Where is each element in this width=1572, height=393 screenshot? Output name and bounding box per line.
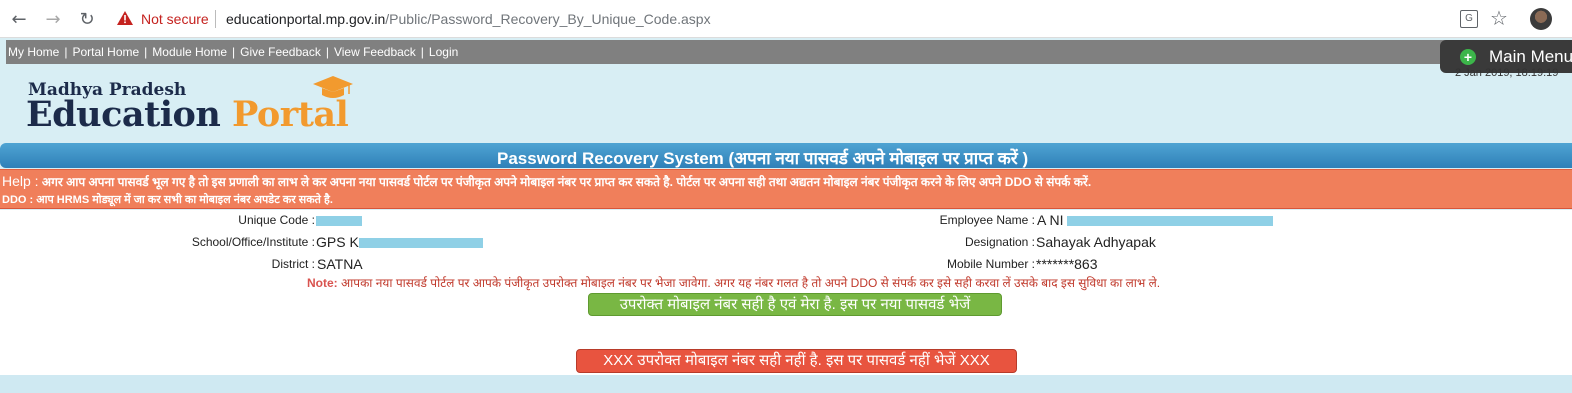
link-separator: | (325, 45, 329, 59)
unique-code-label: Unique Code : (238, 213, 315, 227)
address-bar[interactable]: educationportal.mp.gov.in/Public/Passwor… (226, 11, 711, 27)
profile-avatar[interactable] (1530, 8, 1552, 30)
link-login[interactable]: Login (429, 45, 458, 59)
url-path: /Public/Password_Recovery_By_Unique_Code… (385, 11, 711, 27)
mobile-number-value: *******863 (1036, 256, 1098, 272)
school-label: School/Office/Institute : (191, 235, 315, 249)
browser-toolbar: ← → ↻ Not secure educationportal.mp.gov.… (0, 0, 1572, 38)
nav-links: My Home | Portal Home | Module Home | Give Fee… (8, 45, 458, 59)
link-module-home[interactable]: Module Home (152, 45, 227, 59)
link-give-feedback[interactable]: Give Feedback (240, 45, 321, 59)
help-box: Help : अगर आप अपना पासवर्ड भूल गए है तो … (0, 169, 1572, 209)
link-my-home[interactable]: My Home (8, 45, 59, 59)
employee-name-label: Employee Name : (939, 213, 1035, 227)
main-menu-label: Main Menu (1489, 47, 1572, 66)
logo-word-portal: Portal (232, 94, 349, 135)
unique-code-value (316, 212, 362, 228)
bookmark-star-icon[interactable]: ☆ (1490, 6, 1508, 30)
district-label: District : (271, 257, 315, 271)
help-label: Help : (2, 173, 39, 189)
plus-icon: + (1460, 49, 1476, 65)
url-host: educationportal.mp.gov.in (226, 11, 386, 27)
link-separator: | (420, 45, 424, 59)
link-separator: | (232, 45, 236, 59)
employee-details-panel: Unique Code : School/Office/Institute : … (0, 210, 1572, 375)
school-value: GPS K (316, 234, 483, 250)
translate-icon[interactable]: G (1460, 10, 1478, 28)
link-separator: | (144, 45, 148, 59)
note-text: Note: आपका नया पासवर्ड पोर्टल पर आपके पं… (307, 274, 1160, 291)
reject-number-button[interactable]: XXX उपरोक्त मोबाइल नंबर सही नहीं है. इस … (576, 349, 1017, 373)
reload-icon[interactable]: ↻ (74, 6, 100, 32)
link-separator: | (64, 45, 68, 59)
security-status[interactable]: Not secure (141, 11, 209, 27)
page-footer-strip (0, 375, 1572, 393)
divider (215, 10, 216, 28)
confirm-send-password-button[interactable]: उपरोक्त मोबाइल नंबर सही है एवं मेरा है. … (588, 293, 1002, 316)
employee-name-value: A NI (1037, 212, 1274, 228)
link-portal-home[interactable]: Portal Home (72, 45, 139, 59)
district-value: SATNA (317, 256, 363, 272)
note-body: आपका नया पासवर्ड पोर्टल पर आपके पंजीकृत … (341, 276, 1161, 290)
designation-label: Designation : (964, 235, 1035, 249)
page-title: Password Recovery System (अपना नया पासवर… (497, 149, 1029, 168)
top-link-bar: My Home | Portal Home | Module Home | Give Fee… (6, 40, 1572, 64)
mobile-number-label: Mobile Number : (946, 257, 1035, 271)
help-text: अगर आप अपना पासवर्ड भूल गए है तो इस प्रण… (41, 175, 1092, 189)
redacted-mask (358, 238, 483, 249)
redacted-mask (1067, 216, 1274, 227)
date-time: 2 Jan 2019, 18:19:19 (1455, 67, 1559, 79)
note-label: Note: (307, 276, 338, 290)
link-view-feedback[interactable]: View Feedback (334, 45, 416, 59)
redacted-mask (316, 216, 362, 227)
help-line: Help : अगर आप अपना पासवर्ड भूल गए है तो … (2, 173, 1091, 190)
graduation-cap-icon (313, 76, 353, 98)
forward-arrow-icon[interactable]: → (40, 6, 66, 32)
page-title-bar: Password Recovery System (अपना नया पासवर… (0, 143, 1572, 168)
designation-value: Sahayak Adhyapak (1036, 234, 1156, 250)
logo-title[interactable]: Education Portal (26, 94, 349, 135)
warning-icon[interactable] (116, 10, 134, 26)
logo-word-education: Education (26, 94, 221, 135)
ddo-text: DDO : आप HRMS मोड्यूल में जा कर सभी का म… (2, 194, 333, 206)
back-arrow-icon[interactable]: ← (6, 6, 32, 32)
